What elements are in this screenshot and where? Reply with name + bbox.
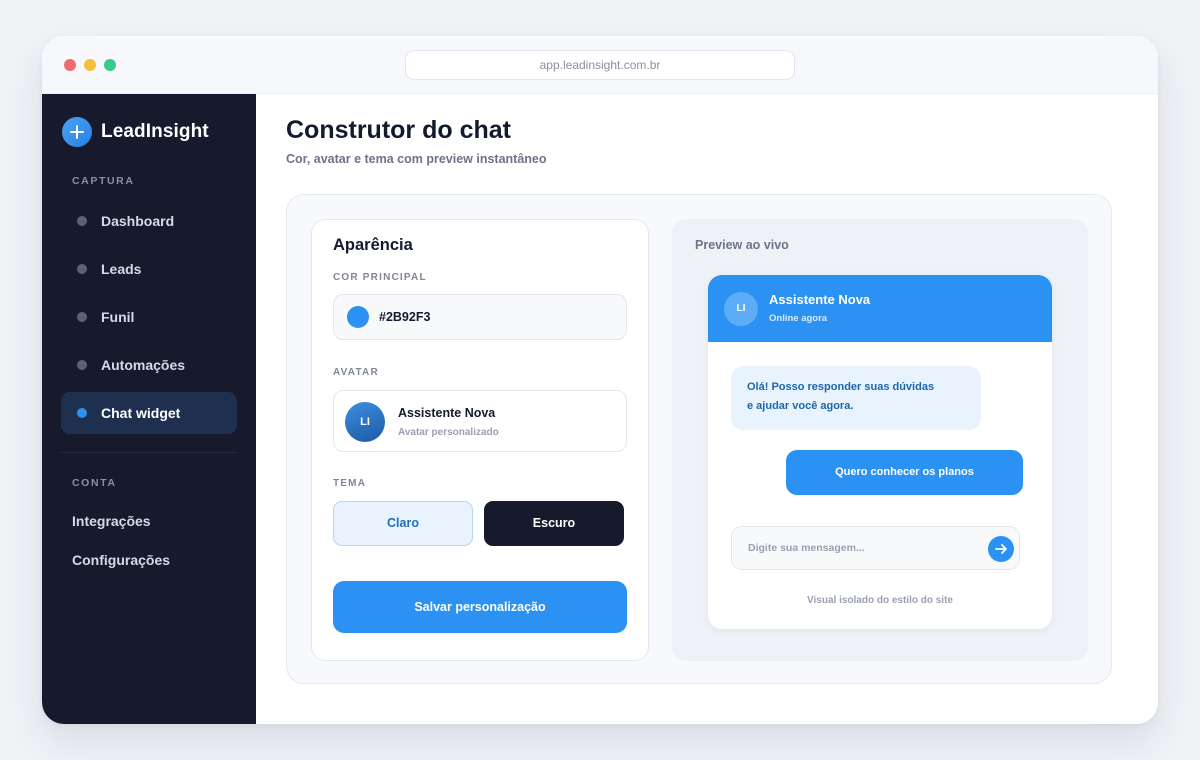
bot-message-line: Olá! Posso responder suas dúvidas — [747, 381, 935, 393]
bot-message-line: e ajudar você agora. — [747, 400, 854, 412]
dot-icon — [77, 312, 87, 322]
color-label: COR PRINCIPAL — [333, 272, 427, 283]
sidebar-item-label: Chat widget — [101, 405, 181, 421]
live-preview: Preview ao vivo LI Assistente Nova Onlin… — [672, 219, 1088, 661]
brand-logo[interactable]: LeadInsight — [62, 116, 209, 148]
quick-reply-button[interactable]: Quero conhecer os planos — [786, 450, 1023, 495]
address-bar[interactable]: app.leadinsight.com.br — [405, 50, 795, 80]
maximize-window-button[interactable] — [104, 59, 116, 71]
appearance-panel: Aparência COR PRINCIPAL #2B92F3 AVATAR L… — [311, 219, 649, 661]
chat-assistant-name: Assistente Nova — [769, 292, 871, 307]
avatar: LI — [345, 402, 385, 442]
sidebar-item-label: Automações — [101, 357, 186, 373]
chat-header: LI Assistente Nova Online agora — [708, 275, 1052, 342]
preview-label: Preview ao vivo — [695, 238, 789, 252]
sidebar: LeadInsight CAPTURA Dashboard Leads Funi… — [42, 94, 256, 724]
chat-status: Online agora — [769, 313, 828, 324]
dot-icon — [77, 360, 87, 370]
builder-stage: Aparência COR PRINCIPAL #2B92F3 AVATAR L… — [286, 194, 1112, 684]
color-value: #2B92F3 — [379, 310, 431, 324]
sidebar-item-label: Leads — [101, 261, 142, 277]
brand-name: LeadInsight — [101, 121, 209, 142]
page-title: Construtor do chat — [286, 116, 511, 144]
theme-dark-button[interactable]: Escuro — [484, 501, 624, 546]
app-window: app.leadinsight.com.br LeadInsight CAPTU… — [42, 36, 1158, 724]
sidebar-item-configuracoes[interactable]: Configurações — [72, 552, 170, 568]
chat-input-box — [731, 526, 1020, 570]
dot-icon — [77, 264, 87, 274]
bot-message: Olá! Posso responder suas dúvidas e ajud… — [731, 366, 981, 430]
avatar-label: AVATAR — [333, 367, 379, 378]
browser-titlebar: app.leadinsight.com.br — [42, 36, 1158, 94]
avatar-name: Assistente Nova — [398, 406, 496, 420]
plus-icon — [62, 117, 92, 147]
chat-widget-preview: LI Assistente Nova Online agora Olá! Pos… — [708, 275, 1052, 629]
save-button[interactable]: Salvar personalização — [333, 581, 627, 633]
theme-label: TEMA — [333, 478, 367, 489]
sidebar-item-label: Funil — [101, 309, 135, 325]
sidebar-divider — [61, 452, 237, 453]
close-window-button[interactable] — [64, 59, 76, 71]
avatar-description: Avatar personalizado — [398, 427, 499, 438]
chat-footer-note: Visual isolado do estilo do site — [807, 595, 953, 606]
color-picker[interactable]: #2B92F3 — [333, 294, 627, 340]
sidebar-item-automacoes[interactable]: Automações — [61, 344, 237, 386]
section-label-capture: CAPTURA — [72, 175, 135, 187]
arrow-right-icon — [995, 544, 1007, 554]
sidebar-item-funil[interactable]: Funil — [61, 296, 237, 338]
sidebar-item-chat-widget[interactable]: Chat widget — [61, 392, 237, 434]
sidebar-item-label: Dashboard — [101, 213, 175, 229]
chat-message-input[interactable] — [732, 527, 982, 569]
sidebar-item-integracoes[interactable]: Integrações — [72, 513, 151, 529]
minimize-window-button[interactable] — [84, 59, 96, 71]
sidebar-item-leads[interactable]: Leads — [61, 248, 237, 290]
theme-light-button[interactable]: Claro — [333, 501, 473, 546]
appearance-title: Aparência — [333, 236, 413, 254]
color-swatch — [347, 306, 369, 328]
sidebar-item-dashboard[interactable]: Dashboard — [61, 200, 237, 242]
chat-avatar: LI — [724, 292, 758, 326]
page-subtitle: Cor, avatar e tema com preview instantân… — [286, 152, 547, 166]
send-button[interactable] — [988, 536, 1014, 562]
main-content: Construtor do chat Cor, avatar e tema co… — [256, 94, 1158, 724]
dot-icon — [77, 408, 87, 418]
avatar-selector[interactable]: LI Assistente Nova Avatar personalizado — [333, 390, 627, 452]
section-label-account: CONTA — [72, 477, 117, 489]
dot-icon — [77, 216, 87, 226]
